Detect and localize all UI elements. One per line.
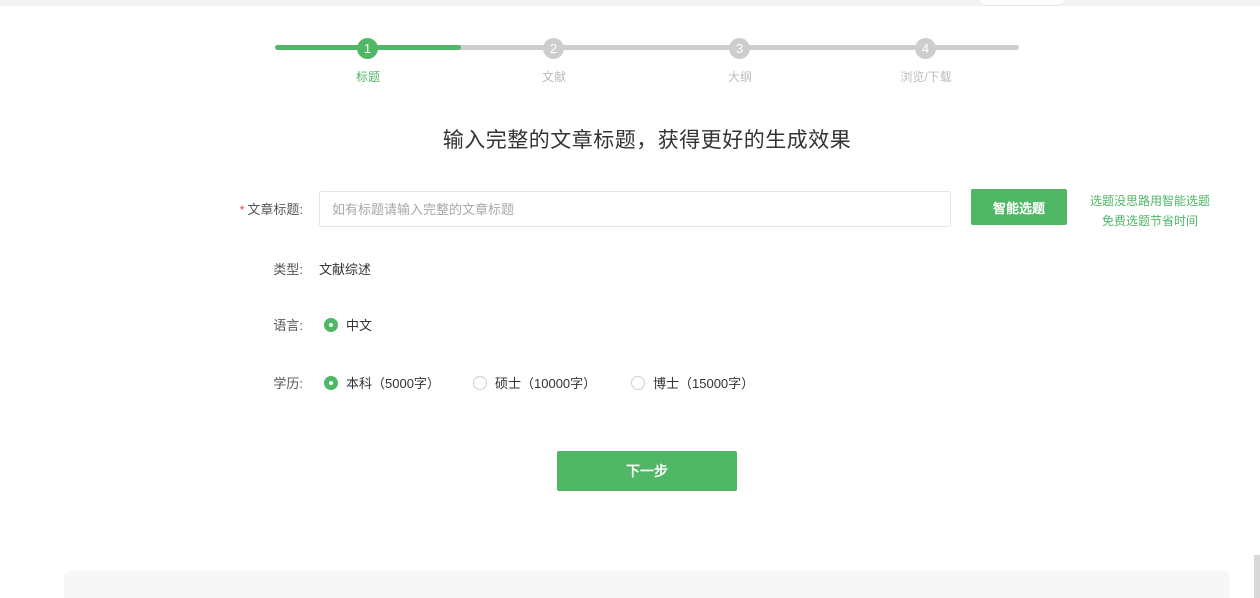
smart-topic-hint-line-1: 选题没思路用智能选题 [1089, 194, 1210, 208]
smart-topic-hint-line-2: 免费选题节省时间 [1101, 214, 1198, 228]
radio-label: 本科（5000字） [346, 376, 440, 391]
type-label: 类型: [273, 262, 303, 277]
radio-unchecked-icon[interactable] [631, 375, 645, 390]
step-3-label: 大纲 [727, 70, 752, 84]
degree-radio-master[interactable]: 硕士（10000字） [473, 373, 596, 392]
step-1-label: 标题 [355, 70, 380, 84]
radio-label: 硕士（10000字） [495, 376, 597, 391]
scrollbar-edge[interactable] [1254, 555, 1260, 598]
radio-label: 中文 [346, 318, 373, 333]
required-mark: * [239, 203, 245, 217]
degree-radio-doctor[interactable]: 博士（15000字） [631, 373, 754, 392]
radio-checked-icon[interactable] [324, 317, 338, 332]
degree-radio-bachelor[interactable]: 本科（5000字） [324, 373, 440, 392]
degree-label: 学历: [273, 376, 303, 391]
page: 1 2 3 4 标题 文献 大纲 浏览/下载 输入完整的文章标题，获得更好的生成… [0, 0, 1260, 598]
type-value: 文献综述 [319, 262, 372, 277]
step-1-dot[interactable]: 1 [357, 38, 378, 59]
step-4-dot[interactable]: 4 [915, 38, 936, 59]
step-2-label: 文献 [541, 70, 566, 84]
title-label-text: 文章标题: [247, 202, 303, 217]
smart-topic-button[interactable]: 智能选题 [971, 189, 1067, 225]
radio-label: 博士（15000字） [653, 376, 755, 391]
title-input[interactable] [319, 191, 951, 227]
next-step-button[interactable]: 下一步 [557, 451, 737, 491]
footer-panel [64, 571, 1230, 598]
title-label: * 文章标题: [183, 199, 303, 218]
language-label: 语言: [273, 318, 303, 333]
progress-stepper: 1 2 3 4 标题 文献 大纲 浏览/下载 [0, 0, 1260, 100]
language-radio-chinese[interactable]: 中文 [324, 315, 372, 334]
step-3-dot[interactable]: 3 [729, 38, 750, 59]
radio-checked-icon[interactable] [324, 375, 338, 390]
radio-unchecked-icon[interactable] [473, 375, 487, 390]
step-4-label: 浏览/下载 [900, 70, 952, 84]
page-headline: 输入完整的文章标题，获得更好的生成效果 [442, 129, 852, 152]
step-2-dot[interactable]: 2 [543, 38, 564, 59]
